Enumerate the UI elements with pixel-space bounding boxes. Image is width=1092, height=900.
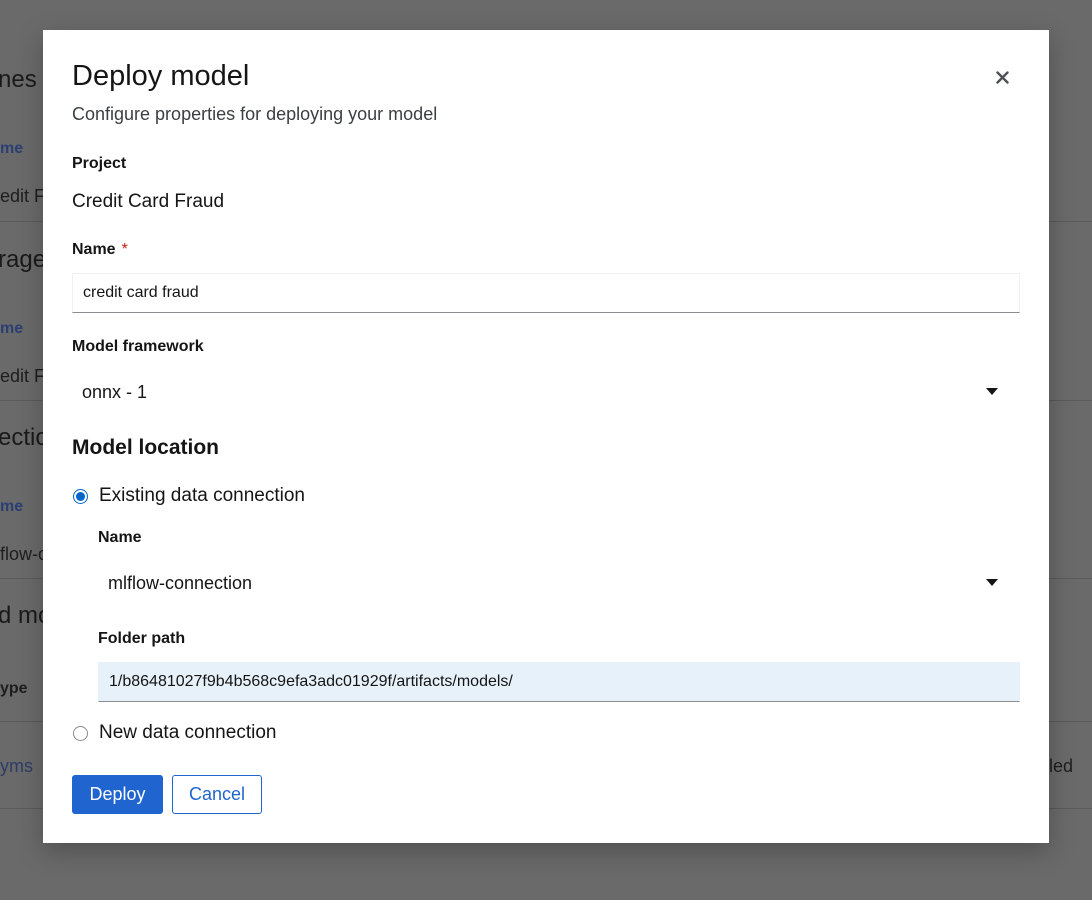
connection-selected-value: mlflow-connection — [108, 572, 253, 593]
framework-selected-value: onnx - 1 — [82, 381, 148, 402]
folder-path-input[interactable] — [98, 662, 1020, 702]
bg-cell-1: edit F — [0, 186, 46, 206]
bg-column-header-2: me — [0, 320, 24, 337]
existing-connection-radio-row[interactable]: Existing data connection — [73, 485, 305, 507]
bg-column-header-3: me — [0, 498, 24, 515]
modal-description: Configure properties for deploying your … — [72, 104, 438, 124]
existing-connection-radio[interactable] — [73, 488, 88, 504]
name-input[interactable] — [72, 273, 1020, 313]
connection-name-label: Name — [98, 529, 142, 546]
bg-column-header-4: ype — [0, 680, 28, 697]
bg-right-text: led — [1049, 756, 1074, 776]
deploy-model-modal: Deploy model Configure properties for de… — [43, 30, 1049, 843]
bg-heading-3: ectio — [0, 424, 49, 451]
new-connection-radio[interactable] — [73, 725, 88, 741]
close-button[interactable] — [989, 64, 1015, 90]
bg-link: yms — [0, 756, 33, 776]
caret-down-icon — [986, 388, 998, 395]
existing-connection-label: Existing data connection — [99, 485, 305, 506]
framework-label: Model framework — [72, 338, 204, 355]
caret-down-icon — [986, 579, 998, 586]
name-label: Name * — [72, 241, 128, 259]
bg-column-header-1: me — [0, 140, 24, 157]
folder-path-label: Folder path — [98, 630, 186, 647]
model-location-title: Model location — [72, 436, 219, 459]
bg-heading-2: rage — [0, 246, 47, 273]
cancel-button[interactable]: Cancel — [172, 775, 262, 814]
project-value: Credit Card Fraud — [72, 191, 225, 212]
connection-name-select[interactable]: mlflow-connection — [98, 563, 1020, 603]
modal-title: Deploy model — [72, 60, 250, 92]
bg-heading-1: nes — [0, 66, 37, 93]
deploy-button[interactable]: Deploy — [72, 775, 163, 814]
new-connection-radio-row[interactable]: New data connection — [73, 722, 276, 744]
bg-cell-3: flow-c — [0, 544, 48, 564]
new-connection-label: New data connection — [99, 722, 277, 743]
close-icon — [995, 70, 1009, 84]
name-label-text: Name — [72, 241, 116, 258]
project-label: Project — [72, 155, 127, 172]
required-marker: * — [121, 241, 128, 258]
bg-cell-2: edit F — [0, 366, 46, 386]
framework-select[interactable]: onnx - 1 — [72, 372, 1020, 412]
